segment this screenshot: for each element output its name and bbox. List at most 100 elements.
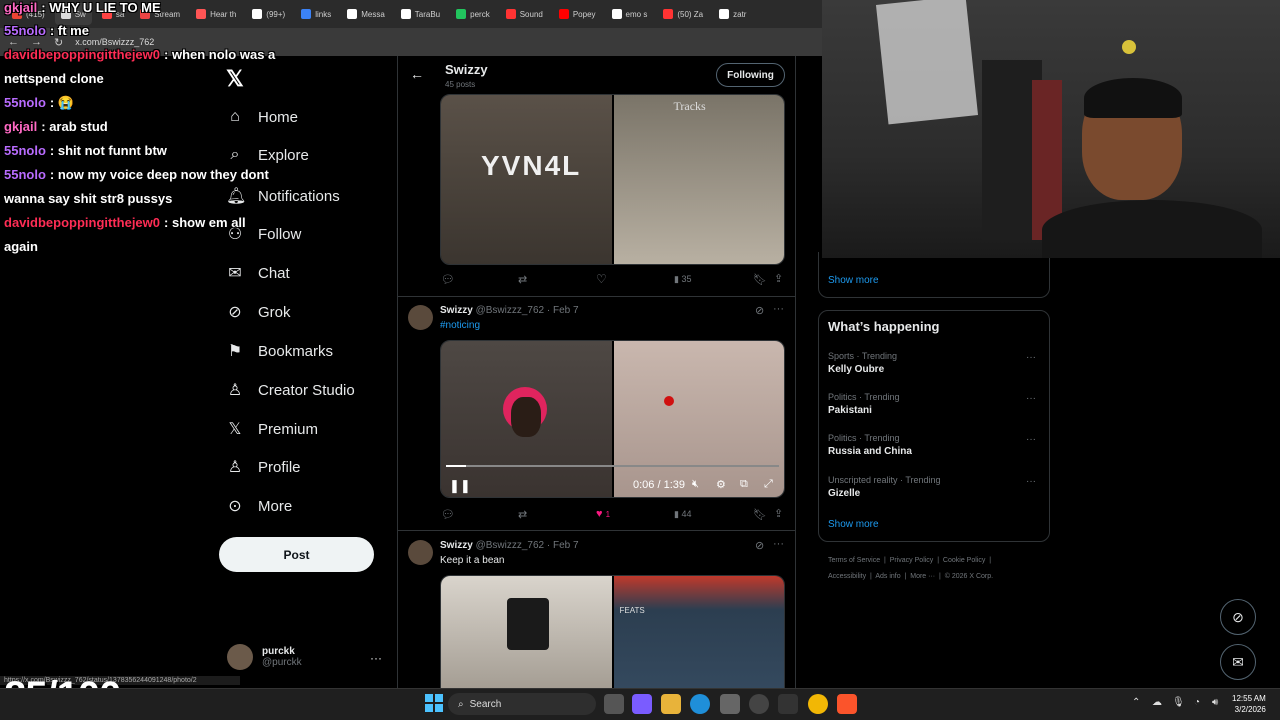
browser-tab[interactable]: zatr <box>713 3 752 25</box>
post-button[interactable]: Post <box>219 537 374 572</box>
repost-icon[interactable]: ⇄ <box>518 508 527 521</box>
tweet-date[interactable]: Feb 7 <box>553 305 579 316</box>
tweet-media[interactable]: FEATS <box>440 575 785 688</box>
nav-item-notifications[interactable]: 🔔︎ Notifications <box>226 186 340 206</box>
browser-tab[interactable]: perck <box>450 3 496 25</box>
media-image[interactable]: Tracks <box>613 95 784 264</box>
grok-fab-icon[interactable]: ⊘ <box>1220 599 1256 635</box>
browser-tab[interactable]: Messa <box>341 3 391 25</box>
store-icon[interactable] <box>720 694 740 714</box>
browser-tab[interactable]: TaraBu <box>395 3 446 25</box>
nav-item-home[interactable]: ⌂ Home <box>226 108 298 126</box>
bookmark-icon[interactable]: 🔖︎ <box>753 508 767 521</box>
more-horizontal-icon[interactable]: ··· <box>773 538 784 550</box>
trend-name[interactable]: Pakistani <box>828 405 872 416</box>
edge-icon[interactable] <box>690 694 710 714</box>
tweet-handle[interactable]: @Bswizzz_762 <box>476 540 545 551</box>
bookmark-icon[interactable]: 🔖︎ <box>753 273 767 286</box>
more-horizontal-icon[interactable]: ··· <box>1026 476 1036 487</box>
tweet-date[interactable]: Feb 7 <box>553 540 579 551</box>
reply-icon[interactable]: 💬︎ <box>441 508 455 521</box>
brave-icon[interactable] <box>837 694 857 714</box>
avatar[interactable] <box>408 540 433 565</box>
taskbar-clock[interactable]: 12:55 AM 3/2/2026 <box>1232 693 1266 715</box>
cookie-link[interactable]: Cookie Policy <box>943 557 985 564</box>
trend-category[interactable]: Politics · Trending <box>828 392 900 402</box>
grok-icon[interactable]: ⊘ <box>755 539 764 552</box>
back-arrow-icon[interactable]: ← <box>410 66 424 82</box>
trend-name[interactable]: Kelly Oubre <box>828 364 884 375</box>
more-horizontal-icon[interactable]: ··· <box>370 651 382 665</box>
nav-item-more[interactable]: ⊙ More <box>226 496 292 516</box>
views-count[interactable]: ▮ 35 <box>674 274 691 285</box>
browser-tab[interactable]: Popey <box>553 3 602 25</box>
trend-name[interactable]: Russia and China <box>828 446 912 457</box>
browser-tab[interactable]: Hear th <box>190 3 242 25</box>
x-logo-icon[interactable]: 𝕏 <box>226 66 244 92</box>
accessibility-link[interactable]: Accessibility <box>828 573 866 580</box>
media-image[interactable] <box>441 576 612 688</box>
avatar[interactable] <box>408 305 433 330</box>
tweet-media[interactable]: YVN4L Tracks <box>440 94 785 265</box>
browser-tab[interactable]: links <box>295 3 337 25</box>
wifi-icon[interactable]: ◔ <box>1194 697 1200 708</box>
following-button[interactable]: Following <box>716 63 785 87</box>
copilot-icon[interactable] <box>632 694 652 714</box>
more-horizontal-icon[interactable]: ··· <box>1026 434 1036 445</box>
browser-tab[interactable]: Sound <box>500 3 549 25</box>
like-icon[interactable]: ♥ 1 <box>596 508 610 520</box>
media-image[interactable]: YVN4L <box>441 95 612 264</box>
hashtag-link[interactable]: #noticing <box>440 320 480 331</box>
nav-item-creator-studio[interactable]: ♙ Creator Studio <box>226 380 355 400</box>
trend-name[interactable]: Gizelle <box>828 488 860 499</box>
video-frame[interactable] <box>613 341 784 497</box>
more-horizontal-icon[interactable]: ··· <box>1026 352 1036 363</box>
pause-icon[interactable]: ❚❚ <box>449 478 471 494</box>
tweet-author[interactable]: Swizzy <box>440 305 473 316</box>
nav-item-profile[interactable]: ♙ Profile <box>226 457 301 477</box>
url-field[interactable]: x.com/Bswizzz_762 <box>75 37 154 47</box>
trend-category[interactable]: Politics · Trending <box>828 433 900 443</box>
app-icon[interactable] <box>749 694 769 714</box>
chevron-up-icon[interactable]: ⌃ <box>1132 697 1140 708</box>
tweet-video[interactable] <box>440 340 785 498</box>
video-frame[interactable] <box>441 341 612 497</box>
share-icon[interactable]: ⇪ <box>774 272 783 285</box>
views-count[interactable]: ▮ 44 <box>674 509 691 520</box>
settings-icon[interactable]: ⚙ <box>716 478 726 491</box>
browser-tab[interactable]: emo s <box>606 3 654 25</box>
browser-tab[interactable]: (50) Za <box>657 3 709 25</box>
account-switcher[interactable]: purckk @purckk <box>227 644 302 670</box>
nav-item-bookmarks[interactable]: ⚑ Bookmarks <box>226 341 333 361</box>
nav-item-grok[interactable]: ⊘ Grok <box>226 302 290 322</box>
privacy-link[interactable]: Privacy Policy <box>890 557 934 564</box>
fullscreen-icon[interactable]: ⤢ <box>764 478 773 491</box>
app-icon[interactable] <box>778 694 798 714</box>
nav-item-premium[interactable]: 𝕏 Premium <box>226 419 318 439</box>
grok-icon[interactable]: ⊘ <box>755 304 764 317</box>
footer-link[interactable]: Accessibility | Ads info | More ··· | © … <box>828 573 993 580</box>
tweet-author[interactable]: Swizzy <box>440 540 473 551</box>
chrome-icon[interactable] <box>808 694 828 714</box>
show-more-link[interactable]: Show more <box>828 275 879 286</box>
mute-icon[interactable]: 🔇︎ <box>692 478 699 491</box>
ads-info-link[interactable]: Ads info <box>875 573 900 580</box>
messages-fab-icon[interactable]: ✉ <box>1220 644 1256 680</box>
nav-item-chat[interactable]: ✉ Chat <box>226 263 289 283</box>
like-icon[interactable]: ♡ <box>596 272 607 286</box>
pip-icon[interactable]: ⧉ <box>740 478 748 491</box>
browser-tab[interactable]: (99+) <box>246 3 291 25</box>
repost-icon[interactable]: ⇄ <box>518 273 527 286</box>
start-icon[interactable] <box>425 694 443 712</box>
reply-icon[interactable]: 💬︎ <box>441 273 455 286</box>
cloud-icon[interactable]: ☁ <box>1152 697 1162 708</box>
mic-icon[interactable]: 🎙︎ <box>1172 697 1185 708</box>
taskbar-search[interactable]: ⌕ Search <box>448 693 596 715</box>
share-icon[interactable]: ⇪ <box>774 507 783 520</box>
file-explorer-icon[interactable] <box>661 694 681 714</box>
trend-category[interactable]: Sports · Trending <box>828 351 897 361</box>
tweet-handle[interactable]: @Bswizzz_762 <box>476 305 545 316</box>
volume-icon[interactable]: 🔊︎ <box>1212 697 1218 708</box>
show-more-link[interactable]: Show more <box>828 519 879 530</box>
more-horizontal-icon[interactable]: ··· <box>1026 393 1036 404</box>
